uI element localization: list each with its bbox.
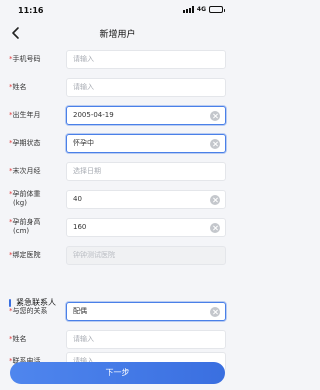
name-label: *姓名 — [9, 83, 27, 91]
contact-name-input[interactable]: 请输入 — [66, 330, 226, 349]
height-label: *孕前身高 (cm) — [9, 218, 41, 235]
clear-icon[interactable] — [210, 223, 220, 233]
name-input[interactable]: 请输入 — [66, 78, 226, 97]
status-time: 11:16 — [18, 6, 44, 15]
birth-date-field[interactable]: 2005-04-19 — [66, 106, 226, 125]
weight-label: *孕前体重 (kg) — [9, 190, 41, 207]
relationship-field[interactable]: 配偶 — [66, 302, 226, 321]
status-indicators: 4G — [182, 6, 225, 13]
pregnancy-status-field[interactable]: 怀孕中 — [66, 134, 226, 153]
battery-icon — [209, 6, 225, 13]
clear-icon[interactable] — [210, 139, 220, 149]
signal-icon — [182, 6, 194, 13]
emergency-section-title: 紧急联系人 — [9, 297, 56, 308]
pregnancy-status-value: 怀孕中 — [73, 139, 94, 147]
phone-label: *手机号码 — [9, 55, 41, 63]
weight-value: 40 — [73, 195, 82, 203]
last-period-label: *末次月经 — [9, 167, 41, 175]
relationship-label: *与您的关系 — [9, 307, 48, 315]
height-field[interactable]: 160 — [66, 218, 226, 237]
page-title: 新增用户 — [99, 30, 136, 40]
next-step-button[interactable]: 下一步 — [10, 362, 225, 384]
hospital-field: 钟钟测试医院 — [66, 246, 226, 265]
hospital-label: *绑定医院 — [9, 251, 41, 259]
nav-bar: 新增用户 — [0, 20, 235, 46]
emergency-section-label: 紧急联系人 — [16, 298, 56, 307]
clear-icon[interactable] — [210, 307, 220, 317]
pregnancy-status-label: *孕期状态 — [9, 139, 41, 147]
phone-input[interactable]: 请输入 — [66, 50, 226, 69]
birth-date-value: 2005-04-19 — [73, 111, 114, 119]
height-unit: (cm) — [13, 227, 30, 235]
weight-field[interactable]: 40 — [66, 190, 226, 209]
clear-icon[interactable] — [210, 195, 220, 205]
clear-icon[interactable] — [210, 111, 220, 121]
height-value: 160 — [73, 223, 87, 231]
last-period-picker[interactable]: 选择日期 — [66, 162, 226, 181]
birth-label: *出生年月 — [9, 111, 41, 119]
status-bar: 11:16 4G — [0, 0, 235, 20]
network-type: 4G — [196, 6, 206, 13]
section-accent-bar — [9, 298, 11, 307]
weight-unit: (kg) — [13, 199, 27, 207]
contact-name-label: *姓名 — [9, 335, 27, 343]
relationship-value: 配偶 — [73, 307, 87, 315]
